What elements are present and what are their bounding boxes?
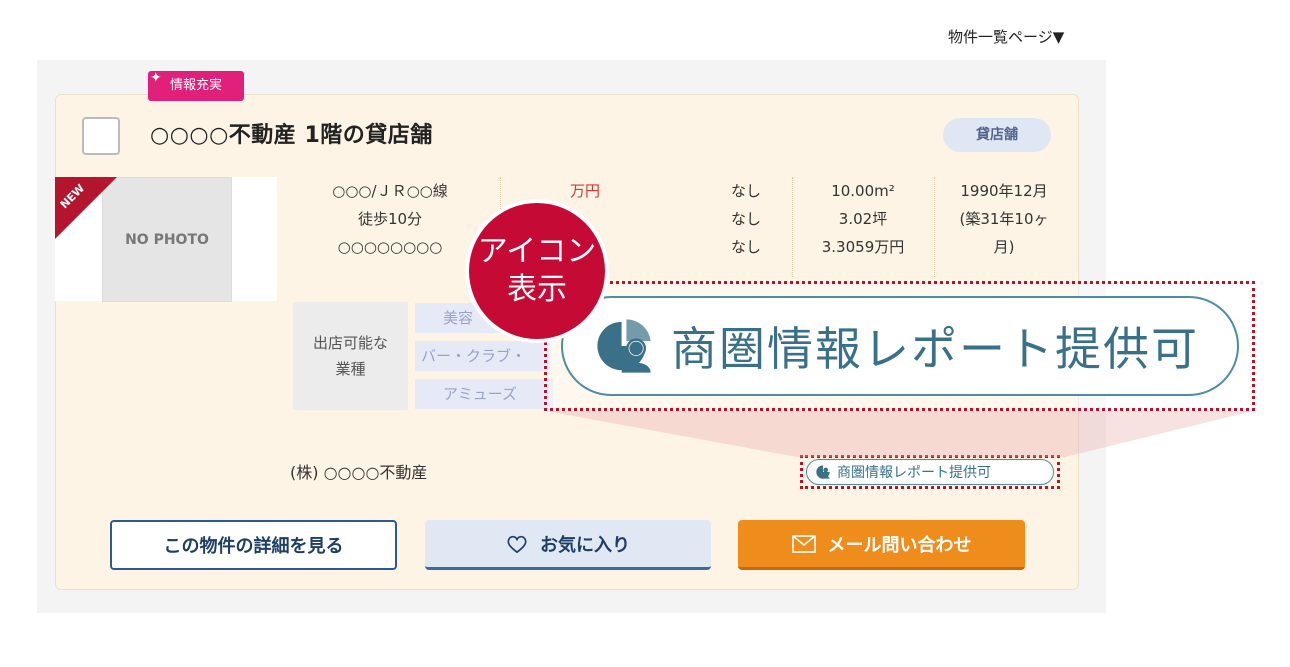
report-badge-large: 商圏情報レポート提供可	[561, 296, 1239, 396]
callout-line1: アイコン	[477, 234, 597, 269]
market-report-icon	[597, 319, 651, 373]
callout-line2: 表示	[507, 272, 567, 307]
icon-display-callout: アイコン 表示	[469, 203, 605, 339]
report-label-large: 商圏情報レポート提供可	[671, 322, 1199, 376]
